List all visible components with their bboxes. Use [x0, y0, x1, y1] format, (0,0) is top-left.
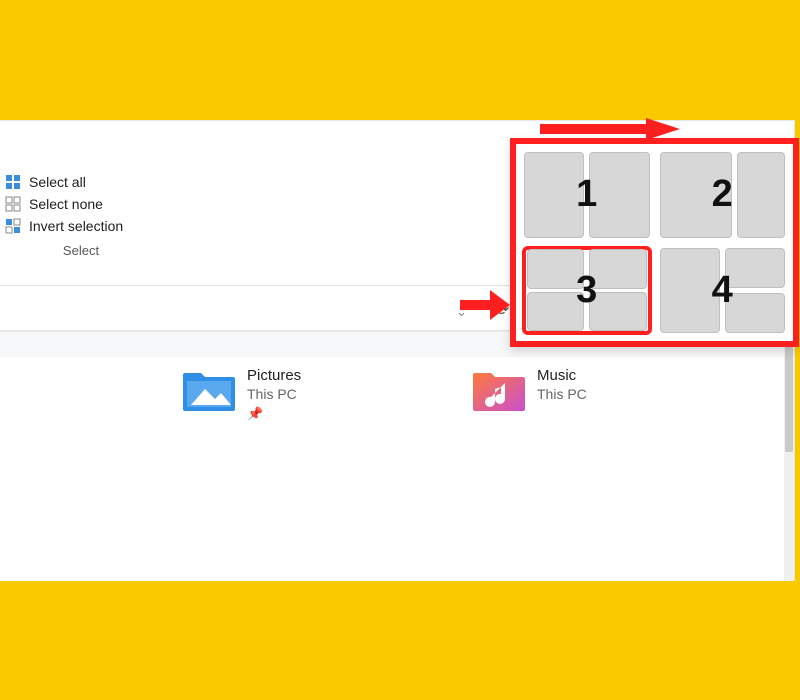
select-none-label: Select none	[29, 196, 103, 212]
scrollbar-thumb[interactable]	[785, 332, 793, 452]
select-none-button[interactable]: Select none	[1, 193, 161, 215]
content-panel: ments C Pictures This PC 📌	[0, 357, 786, 581]
select-group: Select all Select none Invert	[1, 171, 161, 258]
folder-subtitle: This PC	[247, 386, 301, 402]
music-folder-icon	[471, 367, 527, 413]
snap-option-4[interactable]: 4	[660, 248, 786, 334]
select-group-label: Select	[1, 243, 161, 258]
folder-pictures[interactable]: Pictures This PC 📌	[181, 367, 301, 422]
folder-subtitle: This PC	[537, 386, 587, 402]
snap-option-1[interactable]: 1	[524, 152, 650, 238]
invert-selection-button[interactable]: Invert selection	[1, 215, 161, 237]
folder-title: Pictures	[247, 367, 301, 384]
select-all-icon	[5, 174, 21, 190]
folder-music[interactable]: Music This PC	[471, 367, 587, 413]
snap-option-2[interactable]: 2	[660, 152, 786, 238]
pictures-folder-icon	[181, 367, 237, 413]
annotation-arrow-left	[460, 290, 510, 320]
snap-option-3[interactable]: 3	[524, 248, 650, 334]
pin-icon: 📌	[247, 406, 301, 422]
folder-title: Music	[537, 367, 587, 384]
annotation-arrow-top	[540, 118, 680, 140]
select-all-button[interactable]: Select all	[1, 171, 161, 193]
invert-selection-icon	[5, 218, 21, 234]
snap-layout-popup: 1 2 3 4	[510, 138, 799, 347]
content-area: ments C Pictures This PC 📌	[0, 331, 794, 581]
invert-selection-label: Invert selection	[29, 218, 123, 234]
vertical-scrollbar[interactable]	[784, 332, 794, 581]
select-none-icon	[5, 196, 21, 212]
select-all-label: Select all	[29, 174, 86, 190]
